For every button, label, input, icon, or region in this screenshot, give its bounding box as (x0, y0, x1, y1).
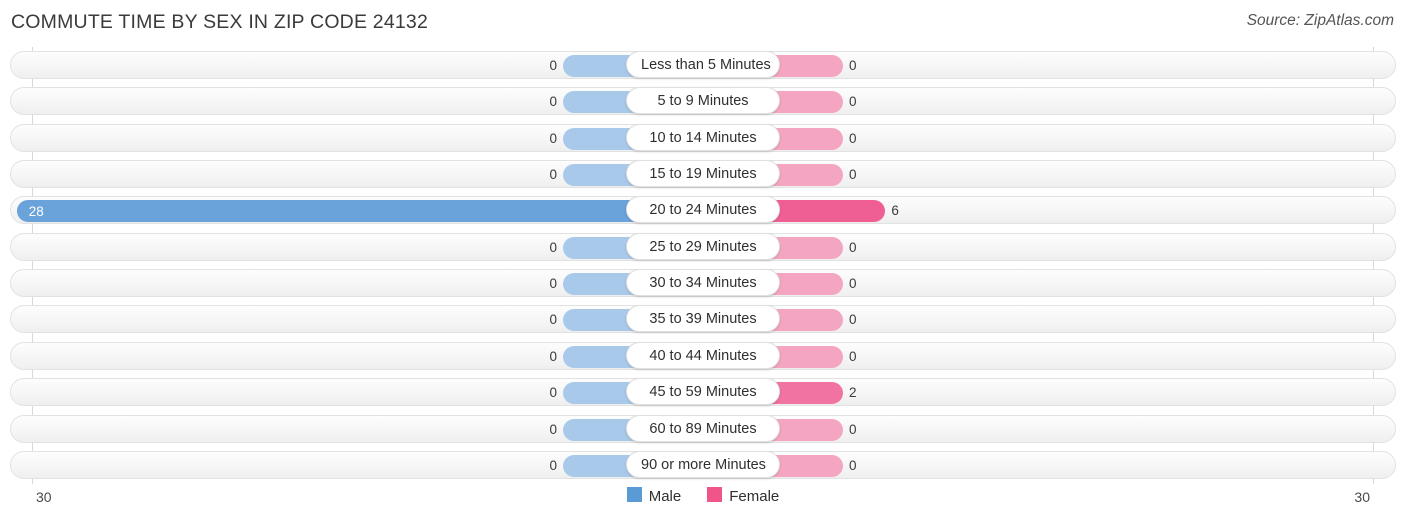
chart-row: 35 to 39 Minutes 0 0 (0, 302, 1406, 338)
value-label-male: 0 (549, 457, 557, 473)
value-label-female: 0 (849, 276, 857, 292)
chart-row: 25 to 29 Minutes 0 0 (0, 230, 1406, 266)
legend-label: Female (729, 487, 780, 505)
legend-swatch-male (626, 487, 642, 502)
chart-row: 10 to 14 Minutes 0 0 (0, 121, 1406, 157)
value-label-male: 0 (549, 348, 557, 364)
row-category-label: 20 to 24 Minutes (626, 196, 780, 224)
value-label-female: 0 (849, 312, 857, 328)
legend-item-male[interactable]: Male (626, 487, 682, 505)
row-category-label: 45 to 59 Minutes (626, 378, 780, 406)
source-attribution: Source: ZipAtlas.com (1246, 12, 1394, 29)
value-label-female: 0 (849, 94, 857, 110)
value-label-male: 28 (28, 204, 44, 220)
bar-male (16, 200, 658, 223)
value-label-female: 0 (849, 58, 857, 73)
row-category-label: 10 to 14 Minutes (626, 123, 780, 151)
value-label-male: 0 (549, 130, 557, 146)
chart-footer: 30 30 Male Female (0, 484, 1406, 523)
chart-plot-area: Less than 5 Minutes 0 0 5 to 9 Minutes 0 0 10 … (0, 47, 1406, 484)
row-category-label: 40 to 44 Minutes (626, 341, 780, 369)
chart-legend: Male Female (0, 487, 1406, 505)
chart-row: 5 to 9 Minutes 0 0 (0, 84, 1406, 120)
chart-row: 90 or more Minutes 0 0 (0, 448, 1406, 484)
chart-row: Less than 5 Minutes 0 0 (0, 48, 1406, 84)
chart-header: COMMUTE TIME BY SEX IN ZIP CODE 24132 So… (0, 0, 1406, 44)
value-label-female: 0 (849, 130, 857, 146)
chart-row: 40 to 44 Minutes 0 0 (0, 339, 1406, 375)
chart-row: 60 to 89 Minutes 0 0 (0, 412, 1406, 448)
value-label-male: 0 (549, 312, 557, 328)
value-label-male: 0 (549, 421, 557, 437)
value-label-female: 0 (849, 348, 857, 364)
legend-label: Male (648, 487, 682, 505)
row-category-label: 5 to 9 Minutes (626, 87, 780, 115)
row-category-label: 15 to 19 Minutes (626, 160, 780, 188)
value-label-male: 0 (549, 167, 557, 183)
row-category-label: 90 or more Minutes (626, 450, 780, 478)
chart-row: 30 to 34 Minutes 0 0 (0, 266, 1406, 302)
value-label-male: 0 (549, 385, 557, 401)
value-label-female: 2 (849, 385, 857, 401)
page-title: COMMUTE TIME BY SEX IN ZIP CODE 24132 (11, 11, 429, 33)
value-label-female: 6 (891, 203, 899, 219)
value-label-female: 0 (849, 239, 857, 255)
value-label-male: 0 (549, 276, 557, 292)
value-label-female: 0 (849, 457, 857, 473)
legend-swatch-female (707, 487, 723, 502)
row-category-label: 25 to 29 Minutes (626, 232, 780, 260)
legend-item-female[interactable]: Female (707, 487, 779, 505)
chart-row: 45 to 59 Minutes 0 2 (0, 375, 1406, 411)
chart-row: 15 to 19 Minutes 0 0 (0, 157, 1406, 193)
row-category-label: Less than 5 Minutes (626, 51, 780, 78)
value-label-male: 0 (549, 94, 557, 110)
value-label-male: 0 (549, 58, 557, 73)
chart-row: 20 to 24 Minutes 28 6 (0, 193, 1406, 229)
row-category-label: 60 to 89 Minutes (626, 414, 780, 442)
row-category-label: 30 to 34 Minutes (626, 269, 780, 297)
value-label-female: 0 (849, 167, 857, 183)
row-category-label: 35 to 39 Minutes (626, 305, 780, 333)
value-label-male: 0 (549, 239, 557, 255)
value-label-female: 0 (849, 421, 857, 437)
